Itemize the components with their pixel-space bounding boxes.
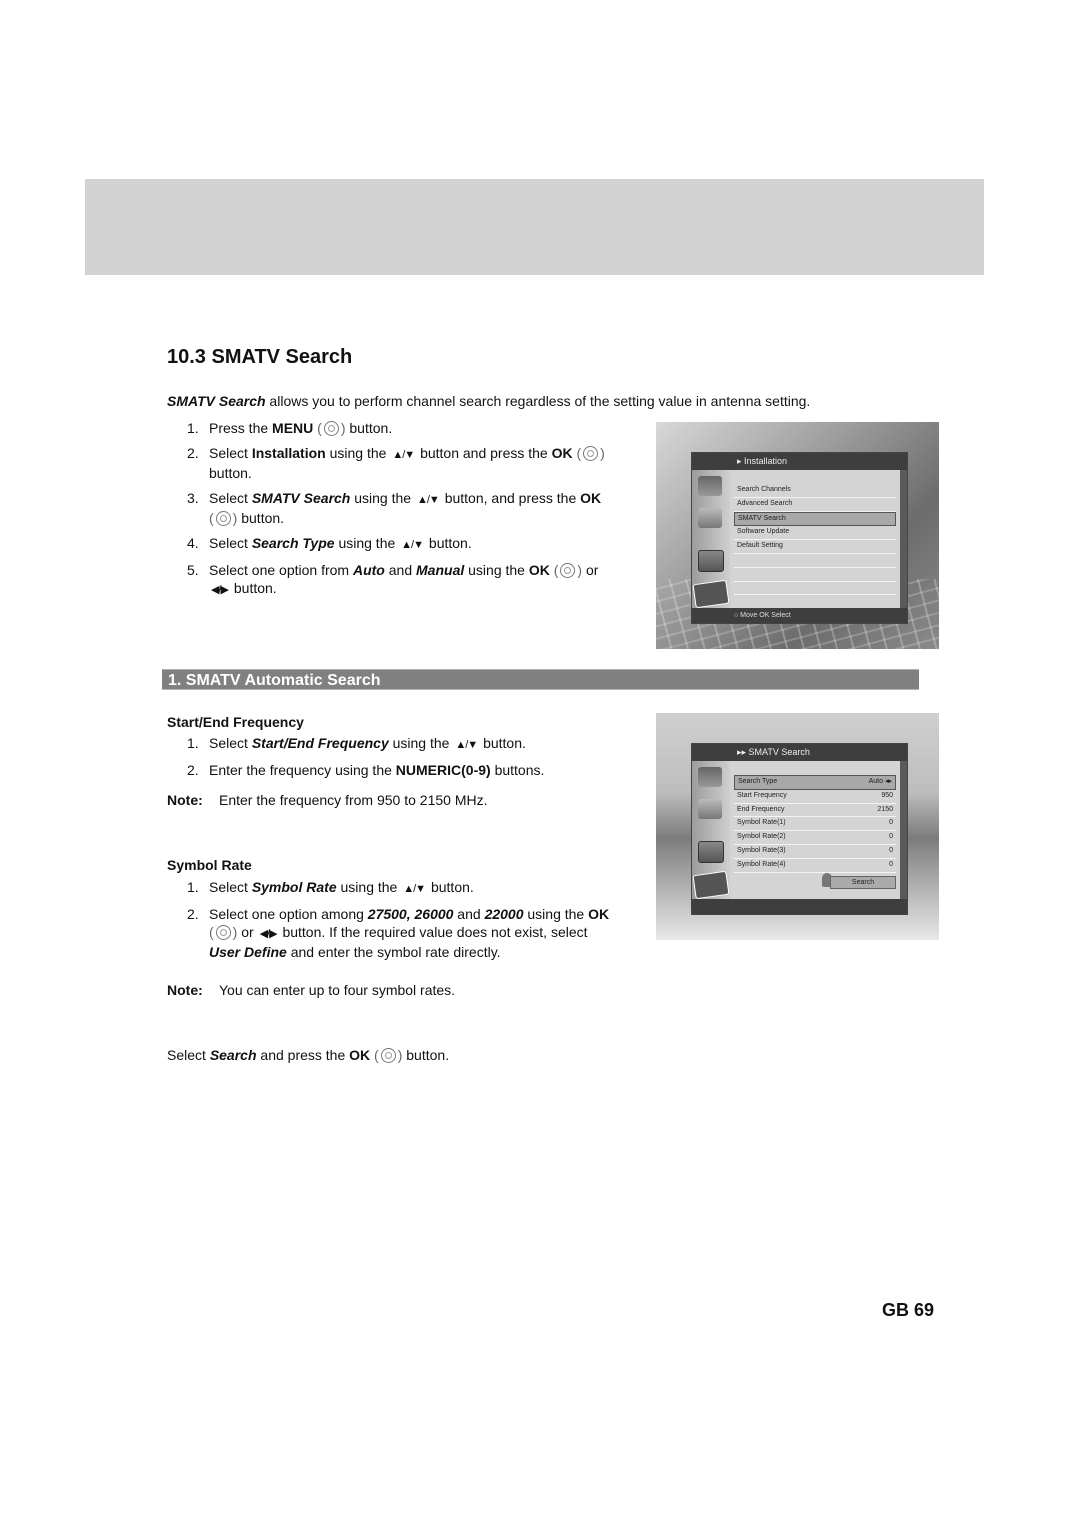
settings-row[interactable]: Symbol Rate(2) 0 bbox=[734, 831, 896, 845]
box-icon bbox=[698, 799, 722, 819]
up-down-arrow-icon: ▲/▼ bbox=[416, 494, 440, 506]
step-item: 2. Select Installation using the ▲/▼ but… bbox=[187, 445, 605, 481]
panel-sidebar bbox=[692, 761, 730, 900]
search-button[interactable]: Search bbox=[830, 876, 896, 889]
smatv-search-screenshot: ▸▸ SMATV Search Search Type Auto ◂▸ Start… bbox=[656, 713, 939, 940]
intro-lead: SMATV Search bbox=[167, 393, 266, 409]
final-instruction: Select Search and press the OK () button… bbox=[167, 1047, 450, 1063]
step-item: 1. Select Start/End Frequency using the … bbox=[187, 734, 632, 754]
installation-menu-list: Search Channels Advanced Search SMATV Se… bbox=[734, 484, 896, 610]
panel-body: Search Type Auto ◂▸ Start Frequency 950 En… bbox=[730, 761, 900, 899]
intro-text: allows you to perform channel search reg… bbox=[265, 393, 811, 409]
frequency-note: Note: Enter the frequency from 950 to 215… bbox=[167, 792, 488, 808]
panel-sidebar bbox=[692, 470, 730, 609]
installation-menu-screenshot: ▸ Installation Search Channels Advanced … bbox=[656, 422, 939, 649]
frequency-steps-list: 1. Select Start/End Frequency using the … bbox=[187, 734, 632, 786]
menu-button-icon bbox=[323, 421, 339, 436]
step-item: 3. Select SMATV Search using the ▲/▼ but… bbox=[187, 490, 602, 526]
menu-panel: ▸ Installation Search Channels Advanced … bbox=[691, 452, 908, 624]
menu-item bbox=[734, 582, 896, 596]
menu-panel: ▸▸ SMATV Search Search Type Auto ◂▸ Start… bbox=[691, 743, 908, 915]
ok-button-icon bbox=[215, 925, 231, 940]
subheading-symbol-rate: Symbol Rate bbox=[167, 857, 252, 873]
satellite-dish-icon bbox=[692, 870, 730, 900]
building-icon bbox=[698, 476, 722, 496]
building-icon bbox=[698, 767, 722, 787]
settings-row[interactable]: End Frequency 2150 bbox=[734, 804, 896, 818]
subheading-start-end-frequency: Start/End Frequency bbox=[167, 714, 304, 730]
symbol-rate-steps-list: 1. Select Symbol Rate using the ▲/▼ butt… bbox=[187, 878, 632, 968]
settings-row[interactable]: Search Type Auto ◂▸ bbox=[734, 775, 896, 790]
left-right-arrow-icon: ◀/▶ bbox=[211, 584, 229, 596]
page-title: 10.3 SMATV Search bbox=[167, 346, 353, 368]
smatv-settings-list: Search Type Auto ◂▸ Start Frequency 950 En… bbox=[734, 775, 896, 873]
settings-row[interactable]: Symbol Rate(3) 0 bbox=[734, 845, 896, 859]
step-item: 1. Select Symbol Rate using the ▲/▼ butt… bbox=[187, 878, 632, 898]
monitor-icon bbox=[698, 550, 724, 572]
page-number: GB 69 bbox=[882, 1300, 935, 1320]
settings-row[interactable]: Symbol Rate(1) 0 bbox=[734, 817, 896, 832]
menu-item[interactable]: Default Setting bbox=[734, 540, 896, 554]
section-heading: 1. SMATV Automatic Search bbox=[162, 669, 919, 690]
settings-row[interactable]: Start Frequency 950 bbox=[734, 790, 896, 804]
main-steps-list: 1. Press the MENU () button. 2. Select I… bbox=[187, 419, 632, 606]
symbol-rate-note: Note: You can enter up to four symbol rat… bbox=[167, 982, 456, 998]
ok-button-icon bbox=[215, 511, 231, 526]
up-down-arrow-icon: ▲/▼ bbox=[401, 539, 424, 551]
step-item: 4. Select Search Type using the ▲/▼ butt… bbox=[187, 534, 632, 554]
menu-item[interactable]: Advanced Search bbox=[734, 498, 896, 512]
up-down-arrow-icon: ▲/▼ bbox=[403, 883, 426, 895]
menu-item bbox=[734, 554, 896, 568]
satellite-dish-icon bbox=[692, 579, 730, 609]
panel-title: ▸ Installation bbox=[692, 453, 907, 470]
monitor-icon bbox=[698, 841, 724, 863]
menu-item[interactable]: Software Update bbox=[734, 526, 896, 541]
menu-item[interactable]: SMATV Search bbox=[734, 511, 896, 527]
intro-paragraph: SMATV Search allows you to perform chann… bbox=[167, 393, 810, 409]
box-icon bbox=[698, 508, 722, 528]
panel-footer: ○ Move OK Select bbox=[692, 608, 907, 623]
header-band bbox=[85, 179, 984, 275]
left-right-arrow-icon: ◀/▶ bbox=[259, 928, 278, 940]
panel-title: ▸▸ SMATV Search bbox=[692, 744, 907, 761]
ok-button-icon bbox=[583, 446, 599, 461]
step-item: 2. Enter the frequency using the NUMERIC… bbox=[187, 762, 545, 778]
menu-item bbox=[734, 568, 896, 582]
step-item: 2. Select one option among 27500, 26000 … bbox=[187, 906, 610, 960]
up-down-arrow-icon: ▲/▼ bbox=[392, 449, 415, 461]
menu-item[interactable]: Search Channels bbox=[734, 484, 896, 498]
step-item: 5. Select one option from Auto and Manua… bbox=[187, 561, 632, 599]
step-item: 1. Press the MENU () button. bbox=[187, 420, 393, 436]
ok-button-icon bbox=[560, 563, 576, 578]
ok-button-icon bbox=[380, 1048, 396, 1063]
settings-row[interactable]: Symbol Rate(4) 0 bbox=[734, 859, 896, 873]
panel-footer bbox=[692, 899, 907, 914]
up-down-arrow-icon: ▲/▼ bbox=[455, 739, 478, 751]
panel-body: Search Channels Advanced Search SMATV Se… bbox=[730, 470, 900, 610]
